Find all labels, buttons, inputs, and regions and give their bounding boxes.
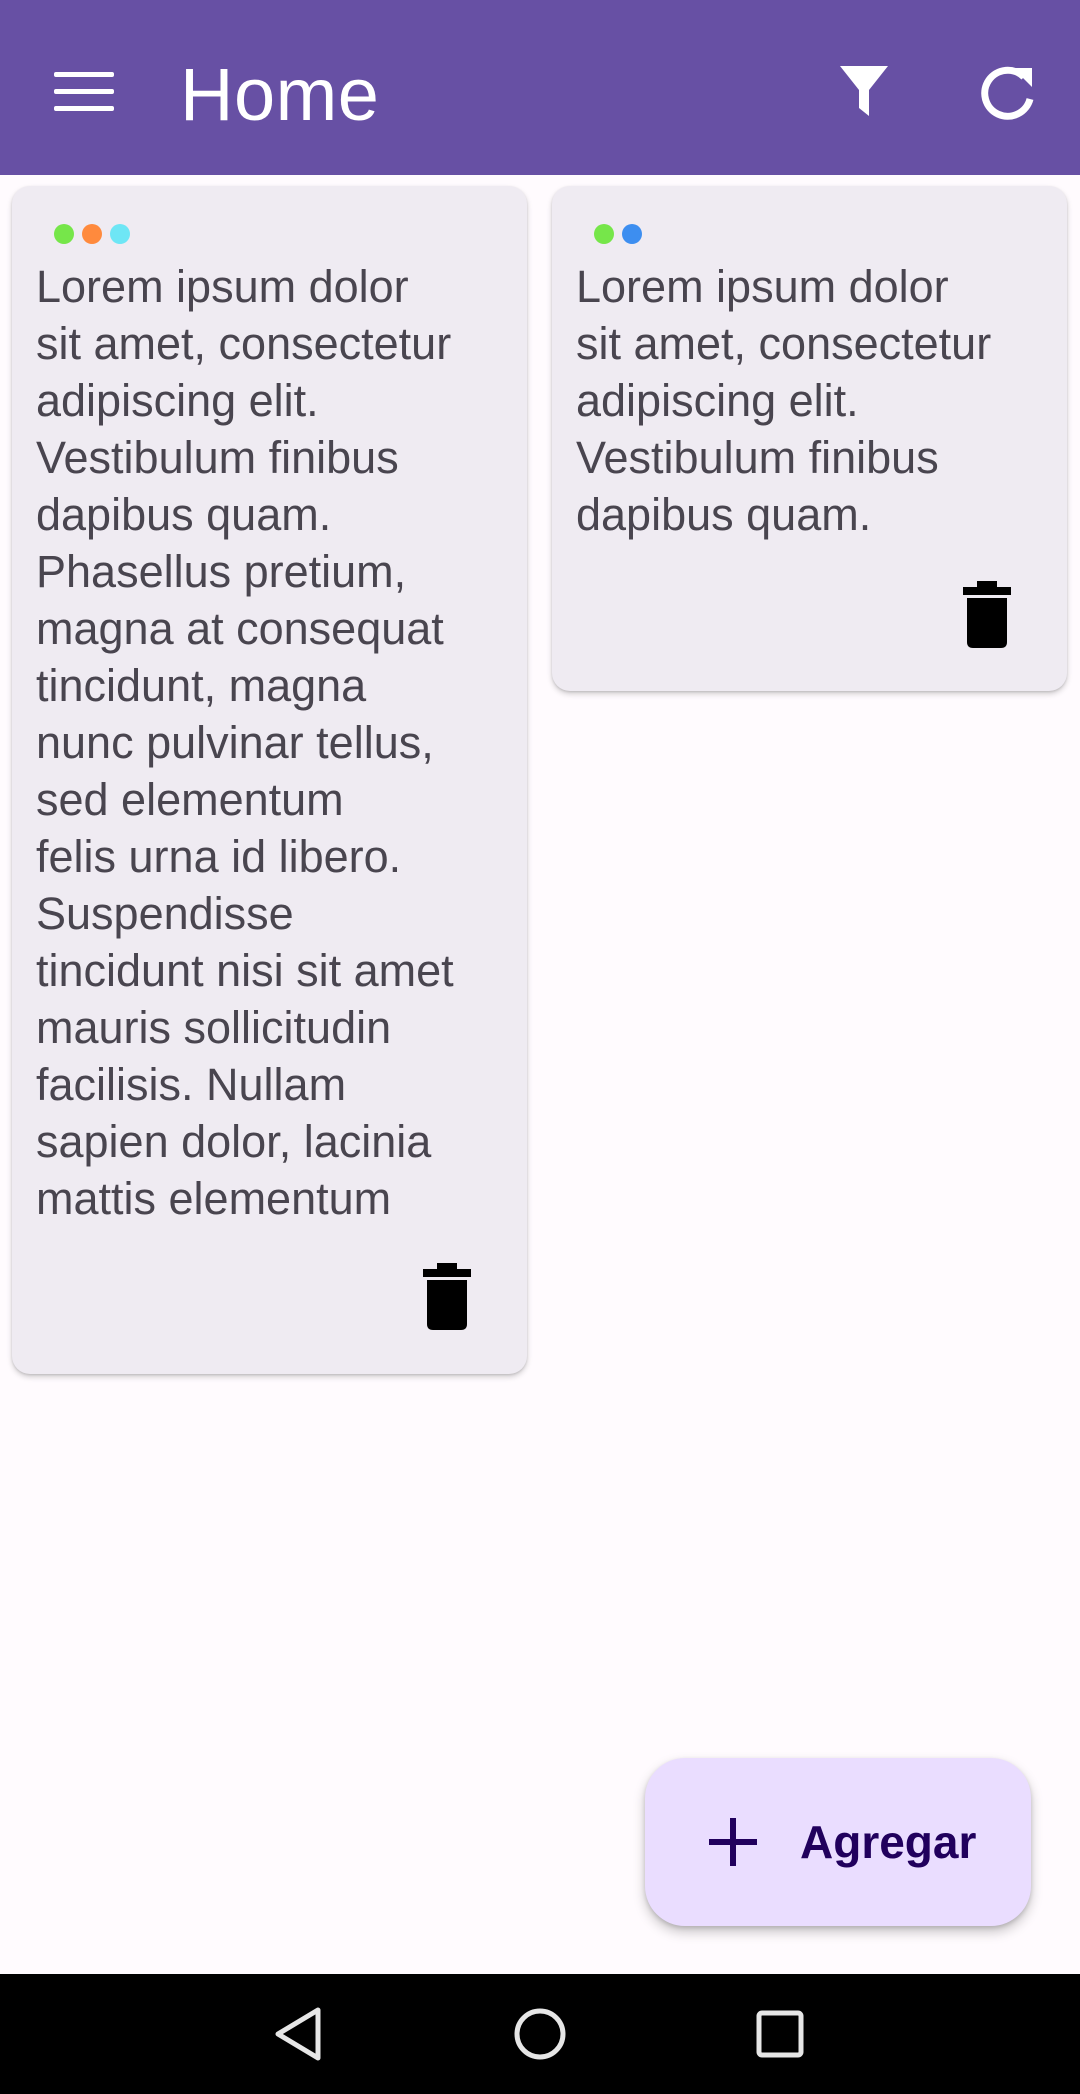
delete-note-button[interactable] (955, 578, 1019, 650)
filter-button[interactable] (822, 50, 906, 134)
note-card[interactable]: Lorem ipsum dolor sit amet, consectetur … (12, 186, 527, 1374)
color-tag-dot (622, 224, 642, 244)
refresh-button[interactable] (966, 50, 1050, 134)
recents-icon (756, 2010, 804, 2058)
plus-icon (709, 1818, 757, 1866)
top-app-bar: Home (0, 0, 1080, 175)
menu-button[interactable] (34, 52, 114, 132)
back-button[interactable] (260, 1994, 340, 2074)
color-tag-dot (82, 224, 102, 244)
color-tag-dot (594, 224, 614, 244)
color-tag-dot (54, 224, 74, 244)
add-button-label: Agregar (800, 1816, 977, 1868)
delete-note-button[interactable] (415, 1260, 479, 1332)
page-title: Home (180, 53, 380, 136)
trash-icon (423, 1263, 471, 1330)
recents-button[interactable] (740, 1994, 820, 2074)
note-text: Lorem ipsum dolor sit amet, consectetur … (36, 261, 454, 1224)
system-navigation-bar (0, 1974, 1080, 2094)
back-icon (275, 2007, 321, 2061)
refresh-icon (981, 66, 1034, 120)
color-tag-dot (110, 224, 130, 244)
filter-icon (840, 66, 888, 116)
note-card[interactable]: Lorem ipsum dolor sit amet, consectetur … (552, 186, 1067, 691)
note-text: Lorem ipsum dolor sit amet, consectetur … (576, 261, 992, 540)
add-note-button[interactable]: Agregar (645, 1758, 1031, 1926)
color-tags (54, 224, 130, 246)
color-tags (594, 224, 642, 246)
trash-icon (963, 581, 1011, 648)
home-screen: Home Lorem ipsum dolor sit amet, consect… (0, 0, 1080, 2094)
home-icon (514, 2008, 566, 2060)
home-button[interactable] (500, 1994, 580, 2074)
